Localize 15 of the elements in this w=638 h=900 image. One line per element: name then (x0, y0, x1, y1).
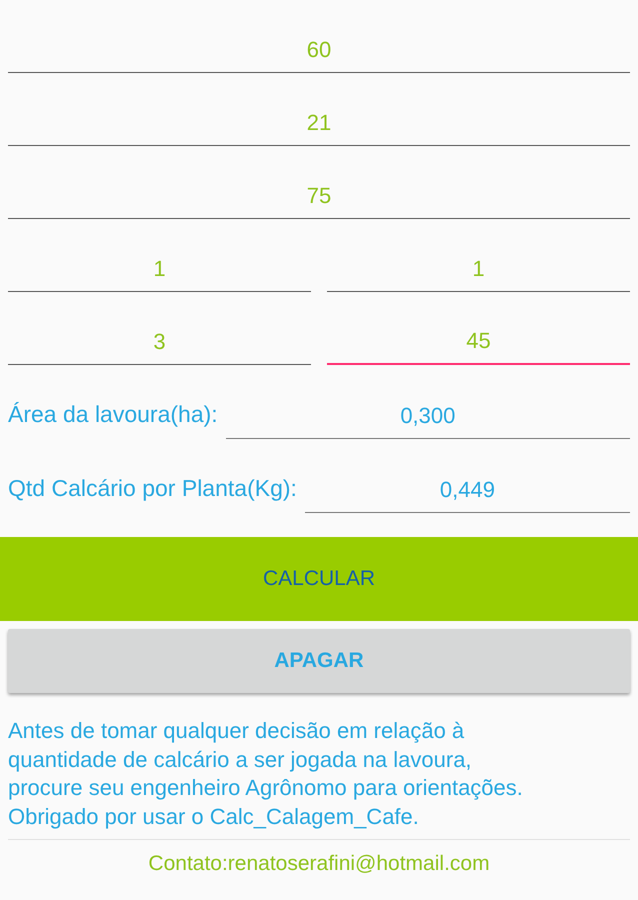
input-field[interactable]: 45 (327, 324, 630, 365)
input-field[interactable]: 1 (8, 252, 311, 292)
field-label: Área da lavoura(ha): (8, 400, 218, 429)
clear-button[interactable]: APAGAR (8, 629, 630, 693)
input-field[interactable]: 75 (8, 179, 630, 219)
input-field[interactable]: 21 (8, 106, 630, 146)
calculate-button[interactable]: CALCULAR (0, 537, 638, 621)
input-field[interactable]: 3 (8, 325, 311, 365)
result-value: 0,300 (226, 399, 630, 439)
result-value: 0,449 (304, 473, 630, 513)
input-field[interactable]: 1 (327, 252, 630, 292)
field-label: Qtd Calcário por Planta(Kg): (8, 474, 297, 503)
input-field[interactable]: 60 (8, 33, 630, 73)
contact-text: Contato:renatoserafini@hotmail.com (147, 851, 491, 878)
notice-text: Antes de tomar qualquer decisão em relação à quantidade de calcário a ser jogada na lavoura, procure seu engenheiro Agrônomo para orientações. Obrigado por usar o Calc_Calagem_Cafe. (8, 717, 524, 831)
